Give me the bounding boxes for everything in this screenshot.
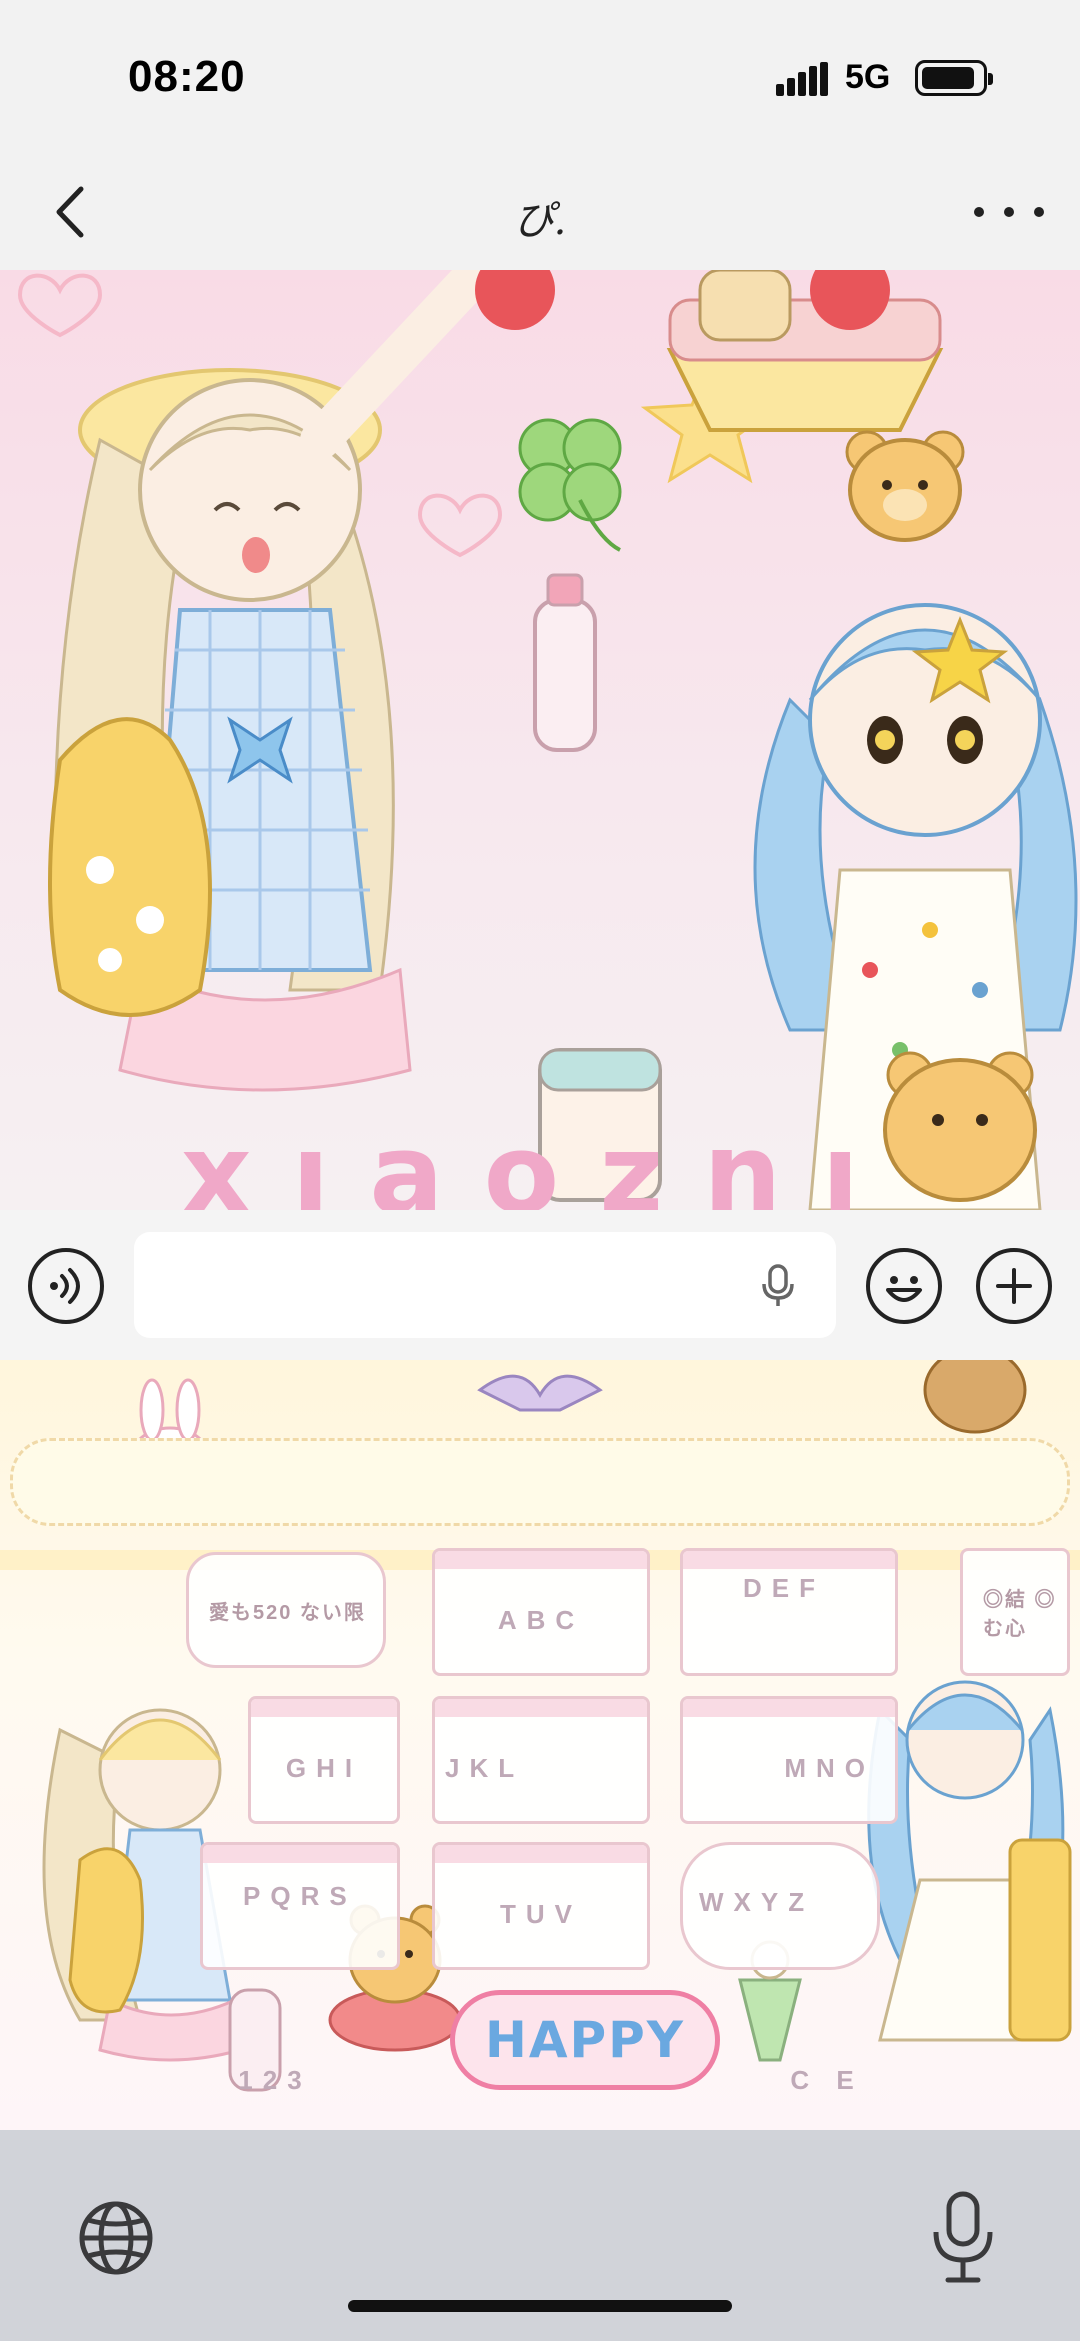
chat-title: ぴ. <box>513 198 567 244</box>
key-label: C E <box>790 2064 864 2095</box>
key-label: DEF <box>743 1572 825 1603</box>
battery-icon <box>915 60 993 96</box>
key-pqrs[interactable]: PQRS <box>200 1842 400 1970</box>
key-tuv[interactable]: TUV <box>432 1842 650 1970</box>
key-numbers[interactable]: 123 <box>220 2050 330 2110</box>
key-space[interactable]: HAPPY <box>450 1990 720 2090</box>
network-type: 5G <box>845 58 891 96</box>
status-bar: 08:20 5G <box>0 0 1080 160</box>
status-time: 08:20 <box>128 52 246 101</box>
key-label: GHI <box>285 1752 363 1783</box>
home-indicator[interactable] <box>348 2300 732 2312</box>
more-dot <box>974 207 984 217</box>
key-label: TUV <box>500 1898 582 1929</box>
key-ghi[interactable]: GHI <box>248 1696 400 1824</box>
keyboard-bottom-bar <box>0 2130 1080 2341</box>
more-actions-button[interactable] <box>976 1248 1052 1324</box>
key-label: ABC <box>497 1604 585 1635</box>
key-label: 愛も520 ない限 <box>209 1601 366 1624</box>
key-delete[interactable]: C E <box>772 2050 882 2110</box>
more-dot <box>1004 207 1014 217</box>
globe-icon[interactable] <box>76 2198 156 2278</box>
key-label: PQRS <box>243 1880 357 1911</box>
key-label: 123 <box>238 2064 312 2095</box>
svg-text:xiaozhi: xiaozhi <box>181 1150 900 1210</box>
more-dot <box>1034 207 1044 217</box>
emoji-icon <box>886 1276 922 1302</box>
wallpaper-caption: xiaozhi <box>181 1150 900 1210</box>
keyboard: 愛も520 ない限 ABC DEF ◎結 ◎む心 GHI JKL MNO PQR… <box>0 1360 1080 2130</box>
key-label: MNO <box>784 1752 875 1783</box>
key-mno[interactable]: MNO <box>680 1696 898 1824</box>
more-options-button[interactable] <box>974 192 1044 232</box>
key-wxyz[interactable]: WXYZ <box>680 1842 880 1970</box>
key-def[interactable]: DEF <box>680 1548 898 1676</box>
key-top-right[interactable]: ◎結 ◎む心 <box>960 1548 1070 1676</box>
voice-icon <box>50 1268 80 1304</box>
key-label: JKL <box>445 1752 525 1783</box>
voice-message-button[interactable] <box>28 1248 104 1324</box>
chat-wallpaper: xiaozhi <box>0 270 1080 1210</box>
wallpaper-illustration <box>17 270 1078 1210</box>
key-top-left[interactable]: 愛も520 ない限 <box>186 1552 386 1668</box>
keyboard-toolbar <box>10 1438 1070 1526</box>
message-input[interactable] <box>134 1232 836 1338</box>
chat-header: ぴ. <box>0 160 1080 270</box>
message-composer <box>0 1210 1080 1360</box>
signal-strength-icon <box>776 62 828 96</box>
key-jkl[interactable]: JKL <box>432 1696 650 1824</box>
emoji-button[interactable] <box>866 1248 942 1324</box>
microphone-icon[interactable] <box>754 1262 802 1310</box>
plus-icon <box>996 1268 1032 1304</box>
key-abc[interactable]: ABC <box>432 1548 650 1676</box>
key-label: ◎結 ◎む心 <box>983 1589 1057 1640</box>
key-label: WXYZ <box>699 1886 815 1917</box>
dictation-microphone-icon[interactable] <box>928 2188 998 2288</box>
